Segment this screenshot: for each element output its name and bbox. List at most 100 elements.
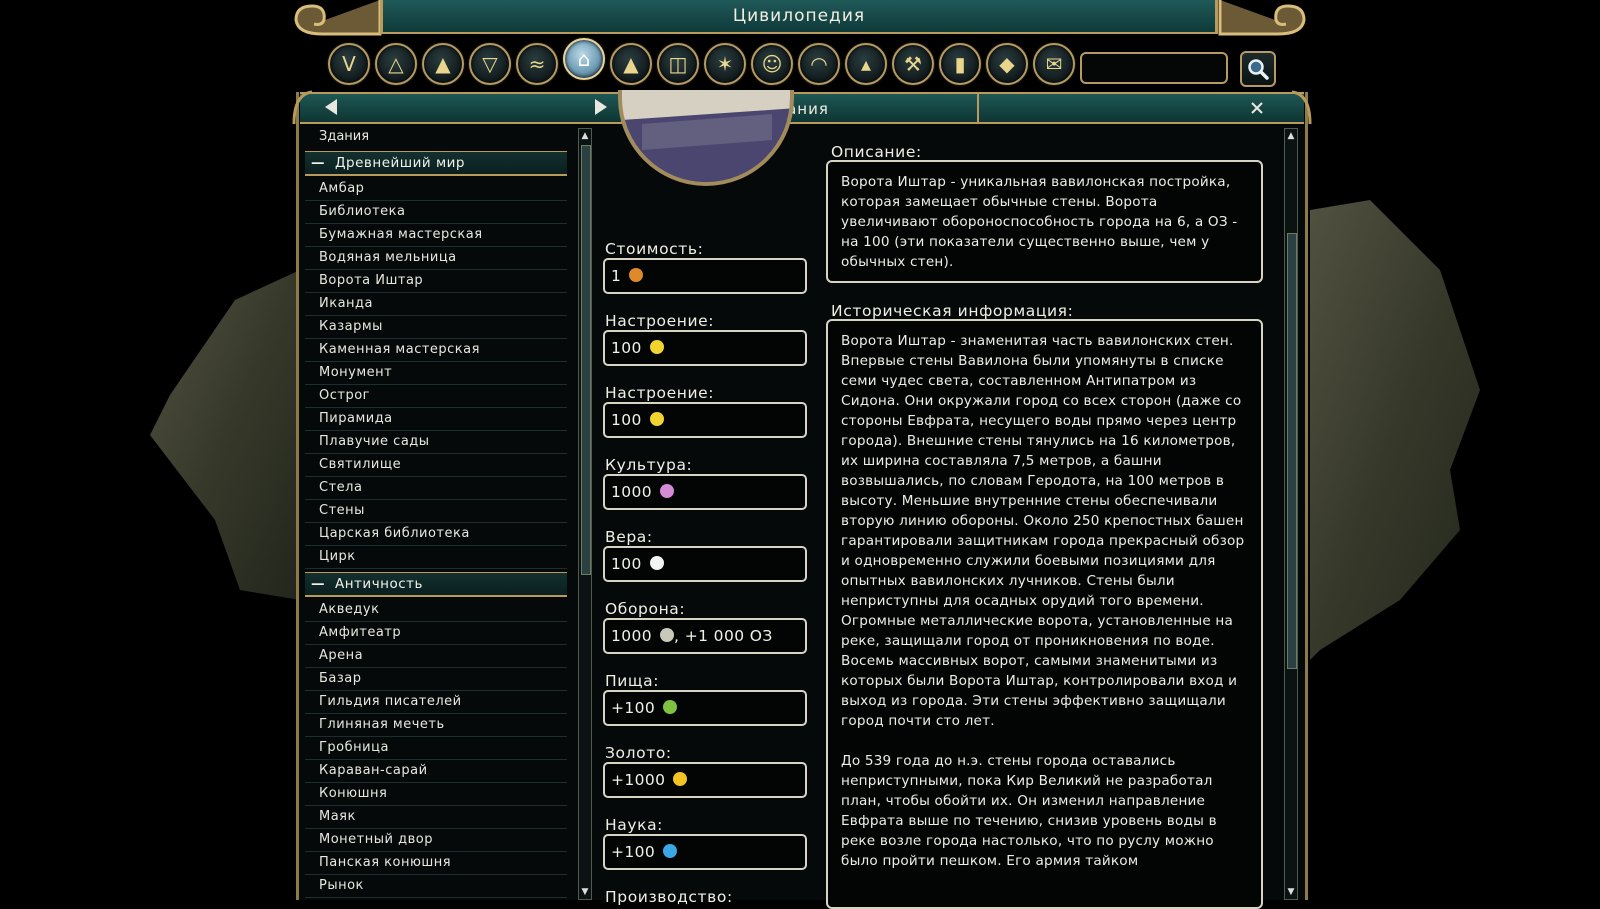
list-item[interactable]: Арена [305, 645, 567, 668]
category-button[interactable]: ▲ [422, 43, 464, 85]
building-icon: ⌂ [577, 47, 591, 71]
list-item[interactable]: Гробница [305, 737, 567, 760]
list-item[interactable]: Монетный двор [305, 829, 567, 852]
list-item[interactable]: Острог [305, 385, 567, 408]
close-button[interactable] [1246, 97, 1268, 119]
scroll-up-icon[interactable]: ▲ [580, 131, 590, 141]
list-scrollbar[interactable]: ▲ ▼ [578, 128, 592, 900]
list-item[interactable]: Караван-сарай [305, 760, 567, 783]
list-item[interactable]: Пирамида [305, 408, 567, 431]
stat-label: Производство: [605, 888, 733, 906]
stat-value-box: +1000 [603, 762, 807, 798]
scroll-up-icon[interactable]: ▲ [1286, 131, 1296, 141]
list-item[interactable]: Маяк [305, 806, 567, 829]
promotion-icon: ≈ [528, 52, 546, 76]
list-item[interactable]: Цирк [305, 546, 567, 569]
forward-button[interactable] [590, 96, 612, 118]
gold-icon [673, 772, 688, 786]
back-button[interactable] [320, 96, 342, 118]
list-item[interactable]: Библиотека [305, 201, 567, 224]
list-item[interactable]: Водяная мельница [305, 247, 567, 270]
stat-value: 100 [611, 411, 642, 429]
arrow-left-icon [325, 99, 337, 115]
scroll-down-icon[interactable]: ▼ [580, 887, 590, 897]
description-box: Ворота Иштар - уникальная вавилонская по… [826, 160, 1263, 283]
stat-value-box: +100 [603, 690, 807, 726]
concept-icon: ◆ [999, 52, 1015, 76]
list-item[interactable]: Гильдия писателей [305, 691, 567, 714]
category-button[interactable]: ◆ [986, 43, 1028, 85]
list-item[interactable]: Стела [305, 477, 567, 500]
religion-icon: ✶ [716, 52, 734, 76]
banner-ornament-right [1218, 0, 1306, 36]
frame-corner-right [1291, 90, 1312, 125]
government-icon: ◠ [810, 52, 828, 76]
list-item[interactable]: Монумент [305, 362, 567, 385]
policy-icon: ◫ [668, 52, 688, 76]
collapse-icon: — [311, 576, 325, 592]
list-item[interactable]: Рынок [305, 875, 567, 898]
stat-label: Культура: [605, 456, 693, 474]
category-button[interactable]: ◫ [657, 43, 699, 85]
category-button[interactable]: △ [375, 43, 417, 85]
list-item[interactable]: Конюшня [305, 783, 567, 806]
list-item[interactable]: Глиняная мечеть [305, 714, 567, 737]
text-scrollbar[interactable]: ▲ ▼ [1284, 128, 1298, 900]
stat-value: 100 [611, 339, 642, 357]
list-item[interactable]: Стены [305, 500, 567, 523]
list-item[interactable]: Каменная мастерская [305, 339, 567, 362]
stat-value-box: 1000 , +1 000 ОЗ [603, 618, 807, 654]
food-icon [663, 700, 678, 714]
category-button[interactable]: ☺ [751, 43, 793, 85]
list-item[interactable]: Казармы [305, 316, 567, 339]
category-button[interactable]: ✉ [1033, 43, 1075, 85]
stat-value: 1 [611, 267, 622, 285]
frame-corner-left [292, 90, 313, 125]
category-button[interactable]: ✶ [704, 43, 746, 85]
category-button[interactable]: ▴ [845, 43, 887, 85]
list-item[interactable]: Бумажная мастерская [305, 224, 567, 247]
header-separator [977, 94, 979, 122]
unit-icon: ▽ [482, 52, 498, 76]
list-section-header[interactable]: — Древнейший мир [305, 151, 567, 176]
category-button[interactable]: ≈ [516, 43, 558, 85]
search-icon [1248, 59, 1269, 80]
scroll-thumb[interactable] [1287, 233, 1297, 669]
category-button[interactable]: ▲ [610, 43, 652, 85]
list-item[interactable]: Акведук [305, 599, 567, 622]
faith-icon [649, 556, 664, 570]
list-item[interactable]: Иканда [305, 293, 567, 316]
list-section-header[interactable]: — Античность [305, 572, 567, 597]
civilization-icon: V [342, 52, 356, 76]
stat-label: Настроение: [605, 384, 715, 402]
category-button[interactable]: V [328, 43, 370, 85]
category-button[interactable]: ⌂ [563, 38, 605, 80]
search-input[interactable] [1080, 52, 1228, 84]
stat-label: Настроение: [605, 312, 715, 330]
stat-value: +1000 [611, 771, 666, 789]
window-title: Цивилопедия [732, 6, 866, 26]
list-item[interactable]: Плавучие сады [305, 431, 567, 454]
category-button[interactable]: ⚒ [892, 43, 934, 85]
list-item[interactable]: Ворота Иштар [305, 270, 567, 293]
list-item-category[interactable]: Здания [305, 126, 567, 148]
history-paragraph: До 539 года до н.э. стены города оставал… [841, 753, 1217, 869]
stat-value-box: 1000 [603, 474, 807, 510]
stat-value: 1000 [611, 627, 653, 645]
scroll-down-icon[interactable]: ▼ [1286, 887, 1296, 897]
production-icon [629, 268, 644, 282]
list-item[interactable]: Амфитеатр [305, 622, 567, 645]
category-button[interactable]: ▮ [939, 43, 981, 85]
category-button[interactable]: ◠ [798, 43, 840, 85]
search-button[interactable] [1240, 51, 1276, 87]
list-item[interactable]: Святилище [305, 454, 567, 477]
category-button[interactable]: ▽ [469, 43, 511, 85]
list-item[interactable]: Базар [305, 668, 567, 691]
scroll-thumb[interactable] [581, 145, 591, 575]
list-item[interactable]: Панская конюшня [305, 852, 567, 875]
list-item[interactable]: Амбар [305, 178, 567, 201]
list-item[interactable]: Царская библиотека [305, 523, 567, 546]
resource-icon: ▲ [435, 52, 451, 76]
defense-icon [660, 628, 675, 642]
stat-value-box: 1 [603, 258, 807, 294]
